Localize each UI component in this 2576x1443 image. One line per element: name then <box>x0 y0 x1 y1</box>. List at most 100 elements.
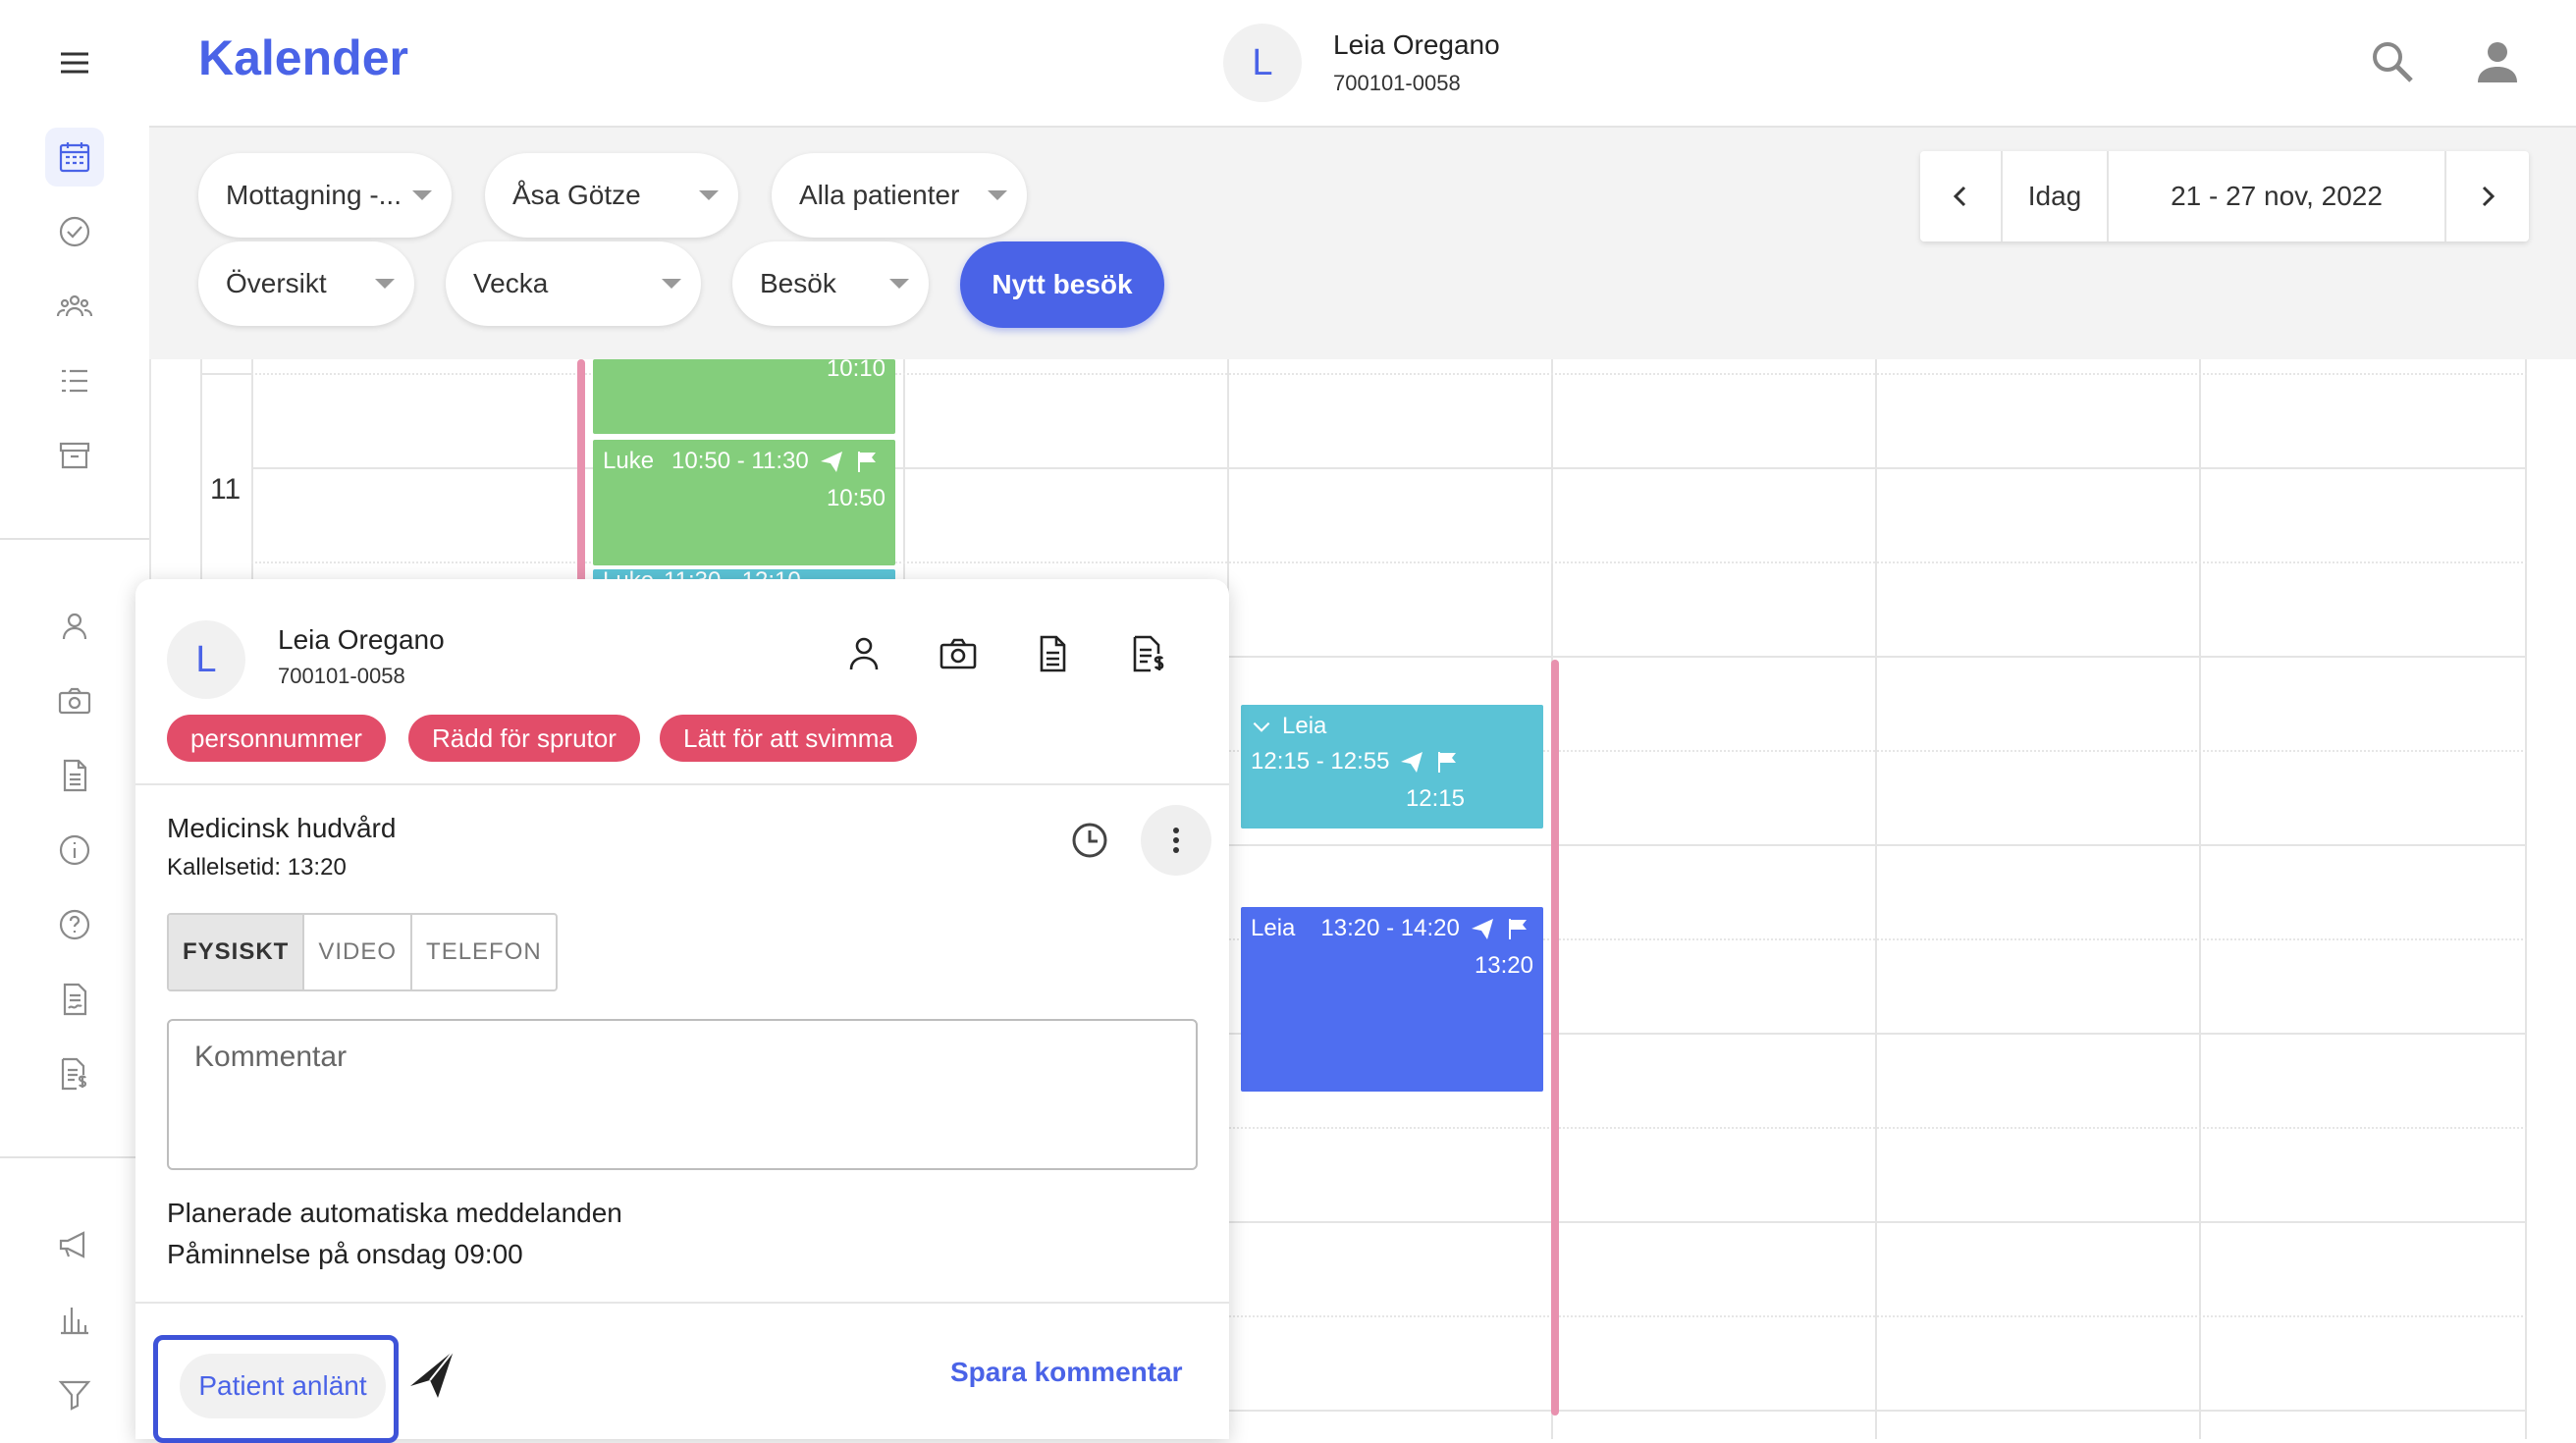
calendar-icon[interactable] <box>45 128 104 187</box>
patients-select-value: Alla patienter <box>799 180 960 210</box>
new-visit-button[interactable]: Nytt besök <box>960 241 1164 328</box>
send-icon[interactable] <box>408 1347 457 1402</box>
chevron-down-icon <box>375 279 395 289</box>
event-start-label: 13:20 <box>1474 952 1533 979</box>
call-time: Kallelsetid: 13:20 <box>167 854 347 881</box>
calendar-event-selected[interactable]: Leia 13:20 - 14:20 13:20 <box>1241 907 1543 1092</box>
camera-icon[interactable] <box>937 632 984 679</box>
chevron-down-icon <box>662 279 681 289</box>
reminder-text: Påminnelse på onsdag 09:00 <box>167 1239 523 1269</box>
person-icon[interactable] <box>45 597 104 656</box>
calendar-event[interactable]: Leia 12:15 - 12:55 12:15 <box>1241 705 1543 828</box>
menu-icon[interactable] <box>45 33 104 92</box>
account-icon[interactable] <box>2472 35 2523 86</box>
visit-mode-toggle: FYSISKT VIDEO TELEFON <box>167 913 558 991</box>
period-select-value: Vecka <box>473 268 549 298</box>
event-patient-name: Luke <box>603 448 655 474</box>
patient-tag: personnummer <box>167 715 386 762</box>
search-icon[interactable] <box>2368 37 2417 86</box>
document-icon[interactable] <box>1031 632 1078 679</box>
more-vertical-icon <box>1173 828 1179 853</box>
help-icon[interactable] <box>45 895 104 954</box>
calendar-event[interactable]: 10:10 <box>593 355 895 434</box>
patient-profile-icon[interactable] <box>842 632 889 679</box>
practitioner-select[interactable]: Åsa Götze <box>485 153 738 238</box>
popup-patient-name[interactable]: Leia Oregano <box>278 624 445 656</box>
event-patient-name: Leia <box>1251 915 1296 941</box>
patient-arrived-highlight: Patient anlänt <box>153 1335 399 1443</box>
chevron-right-icon <box>2482 186 2496 207</box>
camera-icon[interactable] <box>45 671 104 730</box>
save-comment-button[interactable]: Spara kommentar <box>950 1357 1183 1388</box>
chevron-left-icon <box>1953 186 1966 207</box>
document-icon[interactable] <box>45 746 104 805</box>
patient-avatar[interactable]: L <box>1223 24 1302 102</box>
flag-icon <box>1508 919 1527 939</box>
more-options-button[interactable] <box>1141 805 1211 876</box>
send-icon <box>1471 919 1493 939</box>
today-button[interactable]: Idag <box>2003 151 2109 241</box>
event-time: 12:15 - 12:55 <box>1251 748 1390 775</box>
patient-arrived-button[interactable]: Patient anlänt <box>180 1354 386 1418</box>
reception-select-value: Mottagning -... <box>226 180 402 210</box>
list-icon[interactable] <box>45 351 104 410</box>
top-bar: Kalender L Leia Oregano 700101-0058 <box>149 0 2576 128</box>
chevron-down-icon <box>988 190 1007 200</box>
patient-tag: Lätt för att svimma <box>660 715 917 762</box>
send-icon <box>820 452 842 472</box>
flag-icon <box>857 452 876 472</box>
hour-label-11: 11 <box>210 473 242 506</box>
event-start-label: 10:10 <box>826 355 886 382</box>
practitioner-select-value: Åsa Götze <box>512 180 641 210</box>
chevron-down-icon <box>412 190 432 200</box>
chevron-down-icon <box>889 279 909 289</box>
header-patient-name[interactable]: Leia Oregano <box>1333 29 1500 61</box>
date-range[interactable]: 21 - 27 nov, 2022 <box>2109 151 2446 241</box>
patient-tag: Rädd för sprutor <box>408 715 640 762</box>
mode-video[interactable]: VIDEO <box>304 915 413 989</box>
info-icon[interactable] <box>45 821 104 880</box>
nav-rail <box>0 0 151 1439</box>
period-select[interactable]: Vecka <box>446 241 701 326</box>
overview-select[interactable]: Översikt <box>198 241 414 326</box>
check-circle-icon[interactable] <box>45 202 104 261</box>
clock-icon[interactable] <box>1068 819 1111 862</box>
overview-select-value: Översikt <box>226 268 327 298</box>
visit-type-select-value: Besök <box>760 268 836 298</box>
visit-type-select[interactable]: Besök <box>732 241 929 326</box>
archive-icon[interactable] <box>45 426 104 485</box>
filter-icon[interactable] <box>45 1364 104 1423</box>
bar-chart-icon[interactable] <box>45 1290 104 1349</box>
megaphone-icon[interactable] <box>45 1215 104 1274</box>
event-start-label: 10:50 <box>826 485 886 511</box>
popup-patient-avatar: L <box>167 620 245 699</box>
invoice-icon[interactable] <box>1127 632 1174 679</box>
current-time-line <box>1551 660 1559 1416</box>
signed-document-icon[interactable] <box>45 970 104 1029</box>
event-time: 13:20 - 14:20 <box>1320 915 1460 941</box>
current-time-line <box>577 359 585 585</box>
event-time: 10:50 - 11:30 <box>671 448 809 474</box>
group-icon[interactable] <box>45 277 104 336</box>
popup-patient-id: 700101-0058 <box>278 664 405 688</box>
appointment-popup: L Leia Oregano 700101-0058 personnummer … <box>135 579 1229 1443</box>
send-icon <box>1401 752 1423 773</box>
reception-select[interactable]: Mottagning -... <box>198 153 452 238</box>
event-start-label: 12:15 <box>1405 785 1465 812</box>
comment-input[interactable]: Kommentar <box>167 1019 1198 1170</box>
header-patient-id: 700101-0058 <box>1333 71 1461 95</box>
mode-phone[interactable]: TELEFON <box>412 915 556 989</box>
calendar-event[interactable]: Luke 10:50 - 11:30 10:50 <box>593 440 895 565</box>
next-week-button[interactable] <box>2446 151 2529 241</box>
flag-icon <box>1438 752 1457 773</box>
mode-physical[interactable]: FYSISKT <box>169 915 305 989</box>
visit-title: Medicinsk hudvård <box>167 813 397 843</box>
chevron-down-icon <box>1253 722 1270 732</box>
page-title: Kalender <box>198 30 408 85</box>
date-navigator: Idag 21 - 27 nov, 2022 <box>1920 151 2529 241</box>
scheduled-messages-title: Planerade automatiska meddelanden <box>167 1198 622 1228</box>
invoice-icon[interactable] <box>45 1044 104 1103</box>
chevron-down-icon <box>699 190 719 200</box>
prev-week-button[interactable] <box>1920 151 2003 241</box>
patients-select[interactable]: Alla patienter <box>772 153 1027 238</box>
